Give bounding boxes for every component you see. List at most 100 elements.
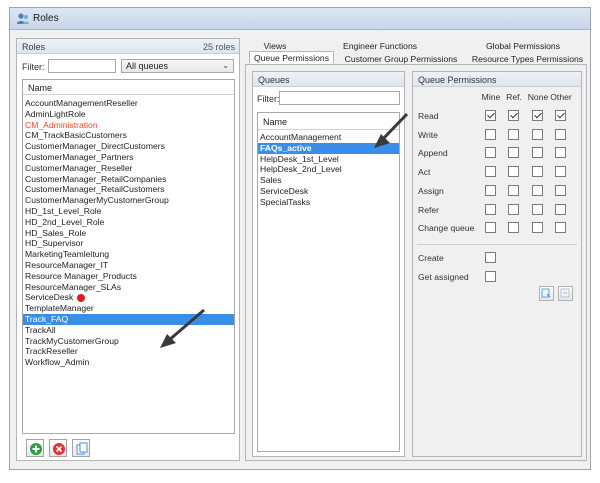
role-label: ResourceManager_IT [25,259,109,270]
roles-filter-label: Filter: [22,62,45,72]
role-list-item[interactable]: CustomerManager_Partners [23,152,234,163]
queue-list-item[interactable]: AccountManagement [258,132,399,143]
permission-checkbox[interactable] [485,128,496,140]
queue-list-item[interactable]: HelpDesk_2nd_Level [258,164,399,175]
permission-checkbox[interactable] [555,166,566,178]
permission-row-label: Act [418,167,431,178]
deselect-icon [560,288,570,298]
permission-checkbox[interactable] [485,147,496,159]
copy-role-button[interactable] [72,439,90,457]
permission-checkbox[interactable] [508,184,519,196]
role-list-item[interactable]: TemplateManager [23,303,234,314]
role-list-item[interactable]: HD_2nd_Level_Role [23,217,234,228]
role-list-item[interactable]: CustomerManager_DirectCustomers [23,141,234,152]
check-all-button[interactable] [539,286,554,301]
permission-checkbox[interactable] [532,166,543,178]
role-list-item[interactable]: CustomerManager_RetailCustomers [23,184,234,195]
role-label: HD_1st_Level_Role [25,205,102,216]
queue-list-item[interactable]: Sales [258,175,399,186]
permission-checkbox[interactable] [508,147,519,159]
permission-checkbox[interactable] [485,166,496,178]
role-label: CustomerManager_RetailCustomers [25,184,165,195]
roles-list[interactable]: Name AccountManagementReseller AdminLight… [22,79,235,434]
permission-checkbox[interactable] [485,110,496,121]
chevron-down-icon: ⌄ [222,61,229,70]
role-list-item[interactable]: CustomerManagerMyCustomerGroup [23,195,234,206]
permission-extra-checkbox[interactable] [485,252,496,263]
role-label: Workflow_Admin [25,357,90,368]
role-list-item[interactable]: CM_TrackBasicCustomers [23,130,234,141]
role-list-item[interactable]: AdminLightRole [23,109,234,120]
queues-filter-input[interactable] [279,91,400,105]
permission-checkbox[interactable] [532,184,543,196]
permissions-divider [417,244,577,245]
permission-row-label: Refer [418,204,440,215]
role-list-item[interactable]: CM_Administration [23,120,234,131]
role-label: MarketingTeamleitung [25,249,110,260]
role-label: AccountManagementReseller [25,98,138,108]
role-list-item[interactable]: Workflow_Admin [23,357,234,368]
role-list-item[interactable]: CustomerManager_Reseller [23,163,234,174]
add-role-button[interactable] [26,439,44,457]
permission-checkbox[interactable] [555,110,566,121]
title-bar: Roles [10,8,590,30]
role-label: TrackAll [25,324,56,335]
role-list-item[interactable]: Resource Manager_Products [23,271,234,282]
queue-dropdown[interactable]: All queues ⌄ [121,59,234,73]
permission-checkbox[interactable] [508,203,519,215]
role-list-item[interactable]: ResourceManager_SLAs [23,282,234,293]
queues-panel-title: Queues [258,75,290,85]
permission-checkbox[interactable] [485,184,496,196]
roles-list-column-header[interactable]: Name [23,80,234,95]
role-list-item[interactable]: Track_FAQ [23,313,234,325]
permission-checkbox[interactable] [485,222,496,234]
role-list-item[interactable]: HD_1st_Level_Role [23,206,234,217]
permission-checkbox[interactable] [508,110,519,121]
role-list-item[interactable]: ServiceDesk [23,292,234,303]
permission-checkbox[interactable] [532,128,543,140]
role-list-item[interactable]: TrackAll [23,325,234,336]
permission-checkbox[interactable] [555,222,566,234]
role-label: CustomerManagerMyCustomerGroup [25,195,169,206]
roles-count: 25 roles [202,42,235,52]
tab-engineer-functions[interactable]: Engineer Functions [337,39,423,52]
permission-checkbox[interactable] [532,147,543,159]
role-label: TemplateManager [25,303,94,314]
role-list-item[interactable]: TrackMyCustomerGroup [23,336,234,347]
role-list-item[interactable]: AccountManagementReseller [23,98,234,109]
permission-checkbox[interactable] [485,203,496,215]
permission-checkbox[interactable] [532,222,543,234]
queue-list-item[interactable]: HelpDesk_1st_Level [258,154,399,165]
role-list-item[interactable]: CustomerManager_RetailCompanies [23,174,234,185]
role-list-item[interactable]: HD_Sales_Role [23,228,234,239]
tab-global-permissions[interactable]: Global Permissions [480,39,566,52]
copy-icon [76,442,88,455]
permission-checkbox[interactable] [508,128,519,140]
queues-list-column-header[interactable]: Name [258,113,399,130]
role-list-item[interactable]: MarketingTeamleitung [23,249,234,260]
permission-checkbox[interactable] [555,128,566,140]
permission-extra-checkbox[interactable] [485,271,496,282]
role-list-item[interactable]: ResourceManager_IT [23,260,234,271]
tab-queue-permissions[interactable]: Queue Permissions [249,51,334,64]
role-label: Resource Manager_Products [25,270,137,281]
roles-panel: Roles 25 roles Filter: All queues ⌄ Name… [16,38,240,461]
roles-filter-input[interactable] [48,59,116,73]
role-label: CustomerManager_RetailCompanies [25,173,167,184]
permission-checkbox[interactable] [555,147,566,159]
permission-checkbox[interactable] [532,203,543,215]
queue-list-item[interactable]: SpecialTasks [258,197,399,208]
permission-checkbox[interactable] [532,110,543,121]
permission-checkbox[interactable] [555,184,566,196]
queue-list-item[interactable]: FAQs_active [258,142,399,154]
permission-checkbox[interactable] [508,166,519,178]
clear-all-button[interactable] [558,286,573,301]
permissions-tabs: Views Engineer Functions Global Permissi… [245,38,587,461]
role-list-item[interactable]: TrackReseller [23,346,234,357]
delete-role-button[interactable] [49,439,67,457]
role-list-item[interactable]: HD_Supervisor [23,238,234,249]
queue-list-item[interactable]: ServiceDesk [258,186,399,197]
queues-list[interactable]: Name AccountManagement FAQs_active HelpDes… [257,112,400,452]
permission-checkbox[interactable] [555,203,566,215]
permission-checkbox[interactable] [508,222,519,234]
